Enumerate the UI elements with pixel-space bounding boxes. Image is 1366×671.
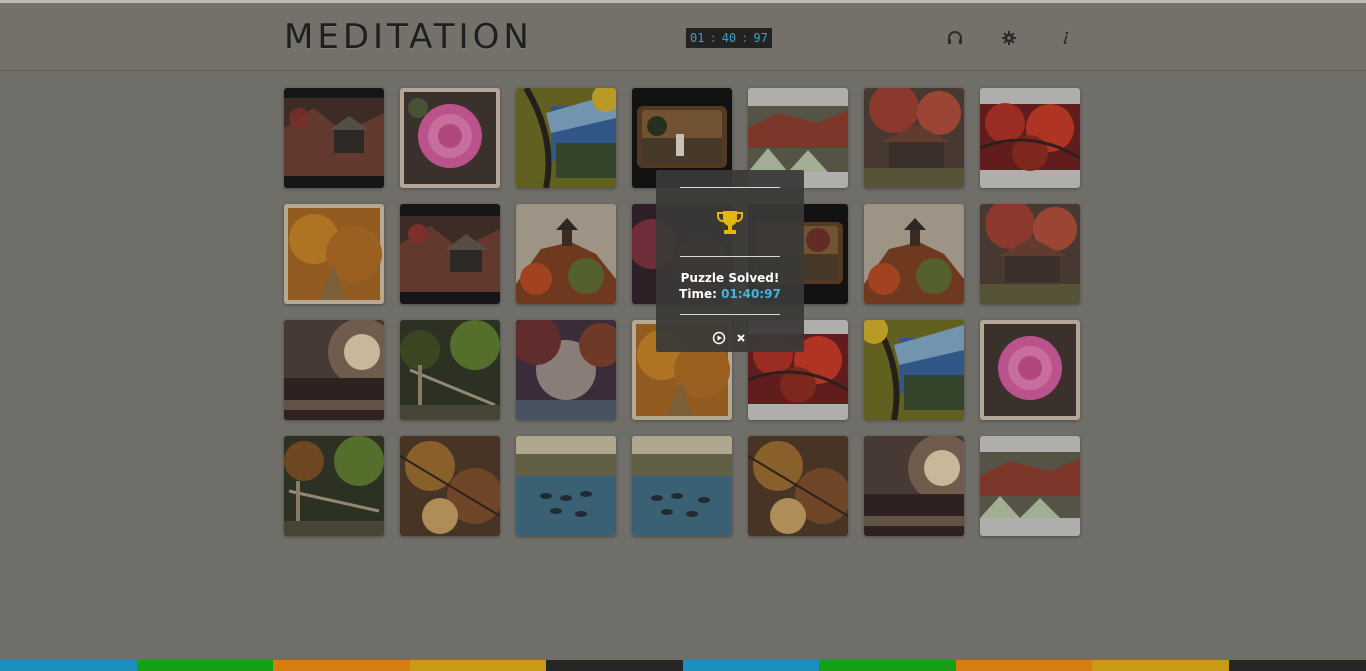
info-icon[interactable] <box>1057 29 1075 47</box>
trophy-icon <box>715 208 745 242</box>
puzzle-tile[interactable] <box>864 88 964 188</box>
footer-stripe <box>683 660 819 671</box>
puzzle-tile[interactable] <box>864 204 964 304</box>
puzzle-tile[interactable] <box>400 320 500 420</box>
divider <box>680 256 780 257</box>
footer-stripe <box>0 660 137 671</box>
puzzle-tile[interactable] <box>284 436 384 536</box>
app-logo-title: MEDITATION <box>284 17 533 57</box>
puzzle-tile[interactable] <box>400 88 500 188</box>
puzzle-tile[interactable] <box>864 436 964 536</box>
puzzle-tile[interactable] <box>284 204 384 304</box>
result-message: Puzzle Solved! Time: 01:40:97 <box>656 270 804 302</box>
puzzle-tile[interactable] <box>516 320 616 420</box>
puzzle-tile[interactable] <box>864 320 964 420</box>
puzzle-tile[interactable] <box>980 204 1080 304</box>
puzzle-tile[interactable] <box>284 320 384 420</box>
puzzle-tile[interactable] <box>980 436 1080 536</box>
timer-minutes: 01 <box>686 28 709 48</box>
headphones-icon[interactable] <box>946 29 964 47</box>
timer-separator: : <box>740 28 750 48</box>
puzzle-tile[interactable] <box>400 436 500 536</box>
footer-stripe <box>546 660 683 671</box>
footer-stripe <box>273 660 410 671</box>
timer-separator: : <box>708 28 718 48</box>
game-timer: 01 : 40 : 97 <box>686 27 772 49</box>
result-time: Time: 01:40:97 <box>656 286 804 302</box>
divider <box>680 187 780 188</box>
puzzle-tile[interactable] <box>632 436 732 536</box>
puzzle-tile[interactable] <box>748 436 848 536</box>
divider <box>680 314 780 315</box>
puzzle-tile[interactable] <box>980 88 1080 188</box>
dialog-actions <box>656 330 804 345</box>
footer-stripe <box>410 660 546 671</box>
puzzle-tile[interactable] <box>284 88 384 188</box>
puzzle-tile[interactable] <box>400 204 500 304</box>
gear-icon[interactable] <box>1000 29 1018 47</box>
puzzle-tile[interactable] <box>980 320 1080 420</box>
time-label: Time: <box>679 287 717 301</box>
footer-color-strip <box>0 660 1366 671</box>
footer-stripe <box>137 660 273 671</box>
puzzle-solved-dialog: Puzzle Solved! Time: 01:40:97 <box>656 170 804 352</box>
footer-stripe <box>819 660 956 671</box>
puzzle-tile[interactable] <box>516 204 616 304</box>
replay-icon[interactable] <box>712 330 726 345</box>
footer-stripe <box>956 660 1092 671</box>
timer-seconds: 40 <box>717 28 741 48</box>
header-bar: MEDITATION 01 : 40 : 97 <box>0 3 1366 71</box>
close-icon[interactable] <box>734 330 748 344</box>
puzzle-tile[interactable] <box>516 88 616 188</box>
result-title: Puzzle Solved! <box>680 271 780 285</box>
puzzle-tile[interactable] <box>516 436 616 536</box>
timer-hundredths: 97 <box>749 28 772 48</box>
time-value: 01:40:97 <box>721 287 781 301</box>
footer-stripe <box>1229 660 1366 671</box>
footer-stripe <box>1092 660 1229 671</box>
